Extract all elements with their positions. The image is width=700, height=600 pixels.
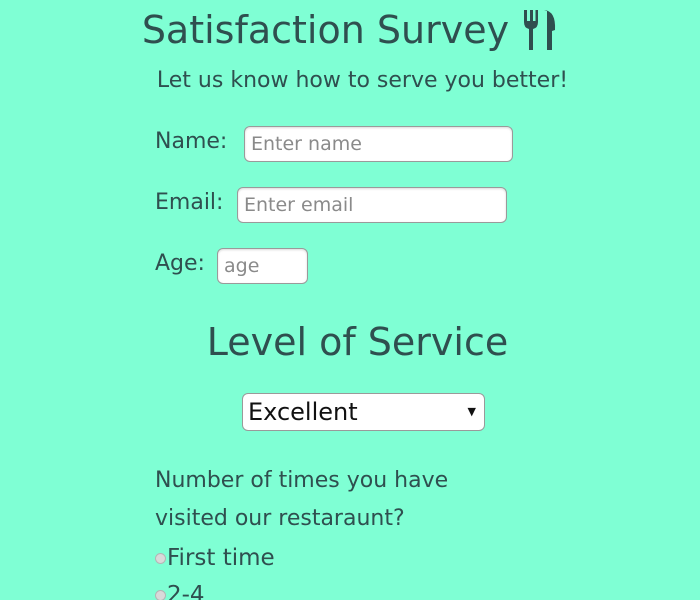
age-label: Age:	[155, 251, 205, 276]
utensils-icon	[524, 10, 556, 50]
service-heading: Level of Service	[206, 320, 509, 364]
age-input[interactable]	[217, 248, 308, 284]
service-level-value: Excellent	[248, 398, 358, 426]
email-label: Email:	[155, 190, 224, 215]
radio-option-2-4[interactable]: 2-4	[155, 582, 205, 600]
radio-label: First time	[167, 545, 275, 571]
visits-question: Number of times you have visited our res…	[155, 468, 449, 531]
email-input[interactable]	[237, 187, 507, 223]
radio-button[interactable]	[155, 553, 166, 564]
name-label: Name:	[155, 129, 228, 154]
dropdown-arrow-icon: ▼	[467, 405, 476, 418]
service-level-select[interactable]: Excellent ▼	[242, 393, 485, 431]
radio-option-first-time[interactable]: First time	[155, 545, 275, 571]
page-subtitle: Let us know how to serve you better!	[156, 68, 569, 93]
radio-label: 2-4	[167, 582, 205, 600]
radio-button[interactable]	[155, 590, 166, 600]
title-row: Satisfaction Survey	[0, 8, 700, 52]
name-input[interactable]	[244, 126, 513, 162]
survey-page: Satisfaction Survey Let us know how to s…	[0, 0, 700, 600]
page-title: Satisfaction Survey	[141, 8, 510, 52]
